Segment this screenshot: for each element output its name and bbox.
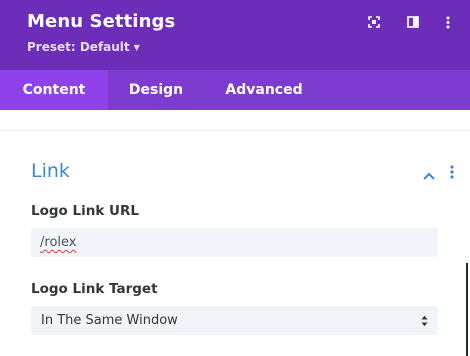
section-divider <box>0 130 470 131</box>
scrollbar[interactable] <box>466 263 468 356</box>
tab-content[interactable]: Content <box>0 70 108 110</box>
link-section: Link Logo Link URL /rolex Logo Link Targ… <box>0 148 470 356</box>
section-options-icon[interactable] <box>448 164 456 179</box>
logo-link-target-select[interactable]: In The Same Window <box>31 306 438 335</box>
select-arrows-icon <box>421 315 428 327</box>
logo-link-url-input[interactable]: /rolex <box>31 228 438 257</box>
logo-link-url-value: /rolex <box>40 235 77 250</box>
preset-caret-icon: ▼ <box>133 43 140 52</box>
split-view-icon[interactable] <box>405 14 421 30</box>
settings-tabs: Content Design Advanced <box>0 70 470 110</box>
modal-header: Menu Settings Preset: Default ▼ <box>0 0 470 70</box>
chevron-up-icon[interactable] <box>422 166 436 180</box>
tab-advanced[interactable]: Advanced <box>204 70 324 110</box>
tab-design[interactable]: Design <box>108 70 204 110</box>
modal-title: Menu Settings <box>27 11 176 32</box>
preset-label: Preset: Default <box>27 40 130 54</box>
logo-link-target-label: Logo Link Target <box>31 281 158 297</box>
more-options-icon[interactable] <box>440 14 456 30</box>
expand-icon[interactable] <box>366 14 382 30</box>
logo-link-url-label: Logo Link URL <box>31 203 139 219</box>
preset-selector[interactable]: Preset: Default ▼ <box>27 40 140 54</box>
logo-link-target-value: In The Same Window <box>41 313 178 328</box>
section-title[interactable]: Link <box>31 160 70 182</box>
